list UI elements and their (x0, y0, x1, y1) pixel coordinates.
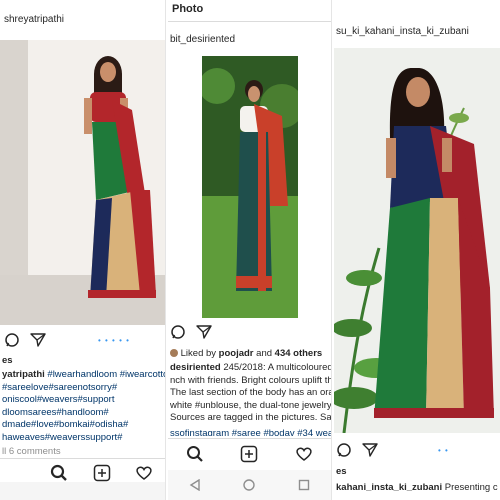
post-username[interactable]: su_ki_kahani_insta_ki_zubani (336, 26, 469, 37)
caption-line: nch with friends. Bright colours uplift … (170, 374, 332, 386)
post-photo[interactable] (202, 56, 298, 318)
caption-username[interactable]: desiriented (170, 362, 221, 373)
caption-line[interactable]: dloomsarees#handloom# (2, 407, 109, 418)
caption: kahani_insta_ki_zubani Presenting c (336, 482, 498, 495)
caption-username[interactable]: kahani_insta_ki_zubani (336, 482, 442, 493)
bottom-nav (168, 438, 331, 468)
comment-icon[interactable] (170, 324, 186, 340)
likes-count: es (2, 355, 13, 366)
system-nav-bar (0, 482, 165, 500)
caption-line: 245/2018: A multicoloured patal (223, 362, 332, 373)
liked-by-user[interactable]: poojadr (219, 348, 254, 359)
caption-cut-line[interactable]: ssofinstagram #saree #bodav #34 weaves (170, 428, 331, 436)
comment-icon[interactable] (4, 332, 20, 348)
instagram-post-panel-2: Photo bit_desiriented Liked by poojadr a… (168, 0, 332, 500)
back-icon[interactable] (189, 479, 201, 491)
caption-line[interactable]: dmade#love#bomkai#odisha# (2, 419, 128, 430)
instagram-post-panel-1: shreyatripathi • • • • • es yatripathi #… (0, 0, 166, 500)
post-photo[interactable] (334, 48, 500, 433)
post-username[interactable]: shreyatripathi (4, 14, 64, 25)
caption-line: white #unblouse, the dual-tone jewelry a… (170, 399, 332, 411)
comment-icon[interactable] (336, 442, 352, 458)
caption-text: Presenting c (444, 482, 498, 493)
caption-username[interactable]: yatripathi (2, 369, 45, 380)
liked-avatar (170, 349, 178, 358)
add-icon[interactable] (93, 464, 111, 482)
caption-line[interactable]: #lwearhandloom #iwearcotto (47, 369, 165, 380)
view-comments-link[interactable]: ll 6 comments (2, 446, 61, 459)
caption-line: Sources are tagged in the pictures. Sare… (170, 412, 332, 423)
liked-by-label: Liked by (180, 348, 217, 359)
search-icon[interactable] (50, 464, 68, 482)
post-username[interactable]: bit_desiriented (170, 34, 235, 45)
system-nav-bar (168, 470, 331, 500)
liked-by-and: and (256, 348, 273, 359)
caption-line: The last section of the body has an oran… (170, 387, 331, 398)
send-icon[interactable] (196, 324, 212, 340)
carousel-dots: • • (438, 445, 449, 455)
likes-count: es (336, 466, 347, 477)
carousel-dots: • • • • • (98, 335, 130, 345)
liked-by: Liked by poojadr and 434 others (170, 348, 322, 361)
heart-icon[interactable] (295, 445, 313, 463)
page-title: Photo (172, 3, 204, 15)
caption-line[interactable]: oniscool#weavers#support (2, 394, 114, 405)
heart-icon[interactable] (135, 464, 153, 482)
caption-line[interactable]: haweaves#weaverssupport# (2, 432, 122, 443)
liked-by-others[interactable]: 434 others (275, 348, 323, 359)
caption: yatripathi #lwearhandloom #iwearcotto #s… (2, 369, 165, 444)
caption-line[interactable]: #sareelove#sareenotsorry# (2, 382, 117, 393)
top-bar: Photo (168, 0, 331, 22)
home-icon[interactable] (12, 466, 26, 480)
post-photo[interactable] (0, 40, 165, 325)
send-icon[interactable] (30, 332, 46, 348)
add-icon[interactable] (240, 445, 258, 463)
instagram-post-panel-3: su_ki_kahani_insta_ki_zubani • • es kaha… (334, 0, 500, 500)
recents-icon[interactable] (298, 479, 310, 491)
search-icon[interactable] (186, 445, 204, 463)
send-icon[interactable] (362, 442, 378, 458)
caption: desiriented 245/2018: A multicoloured pa… (170, 362, 332, 425)
screenshot-collage: shreyatripathi • • • • • es yatripathi #… (0, 0, 500, 500)
home-icon[interactable] (243, 479, 256, 491)
